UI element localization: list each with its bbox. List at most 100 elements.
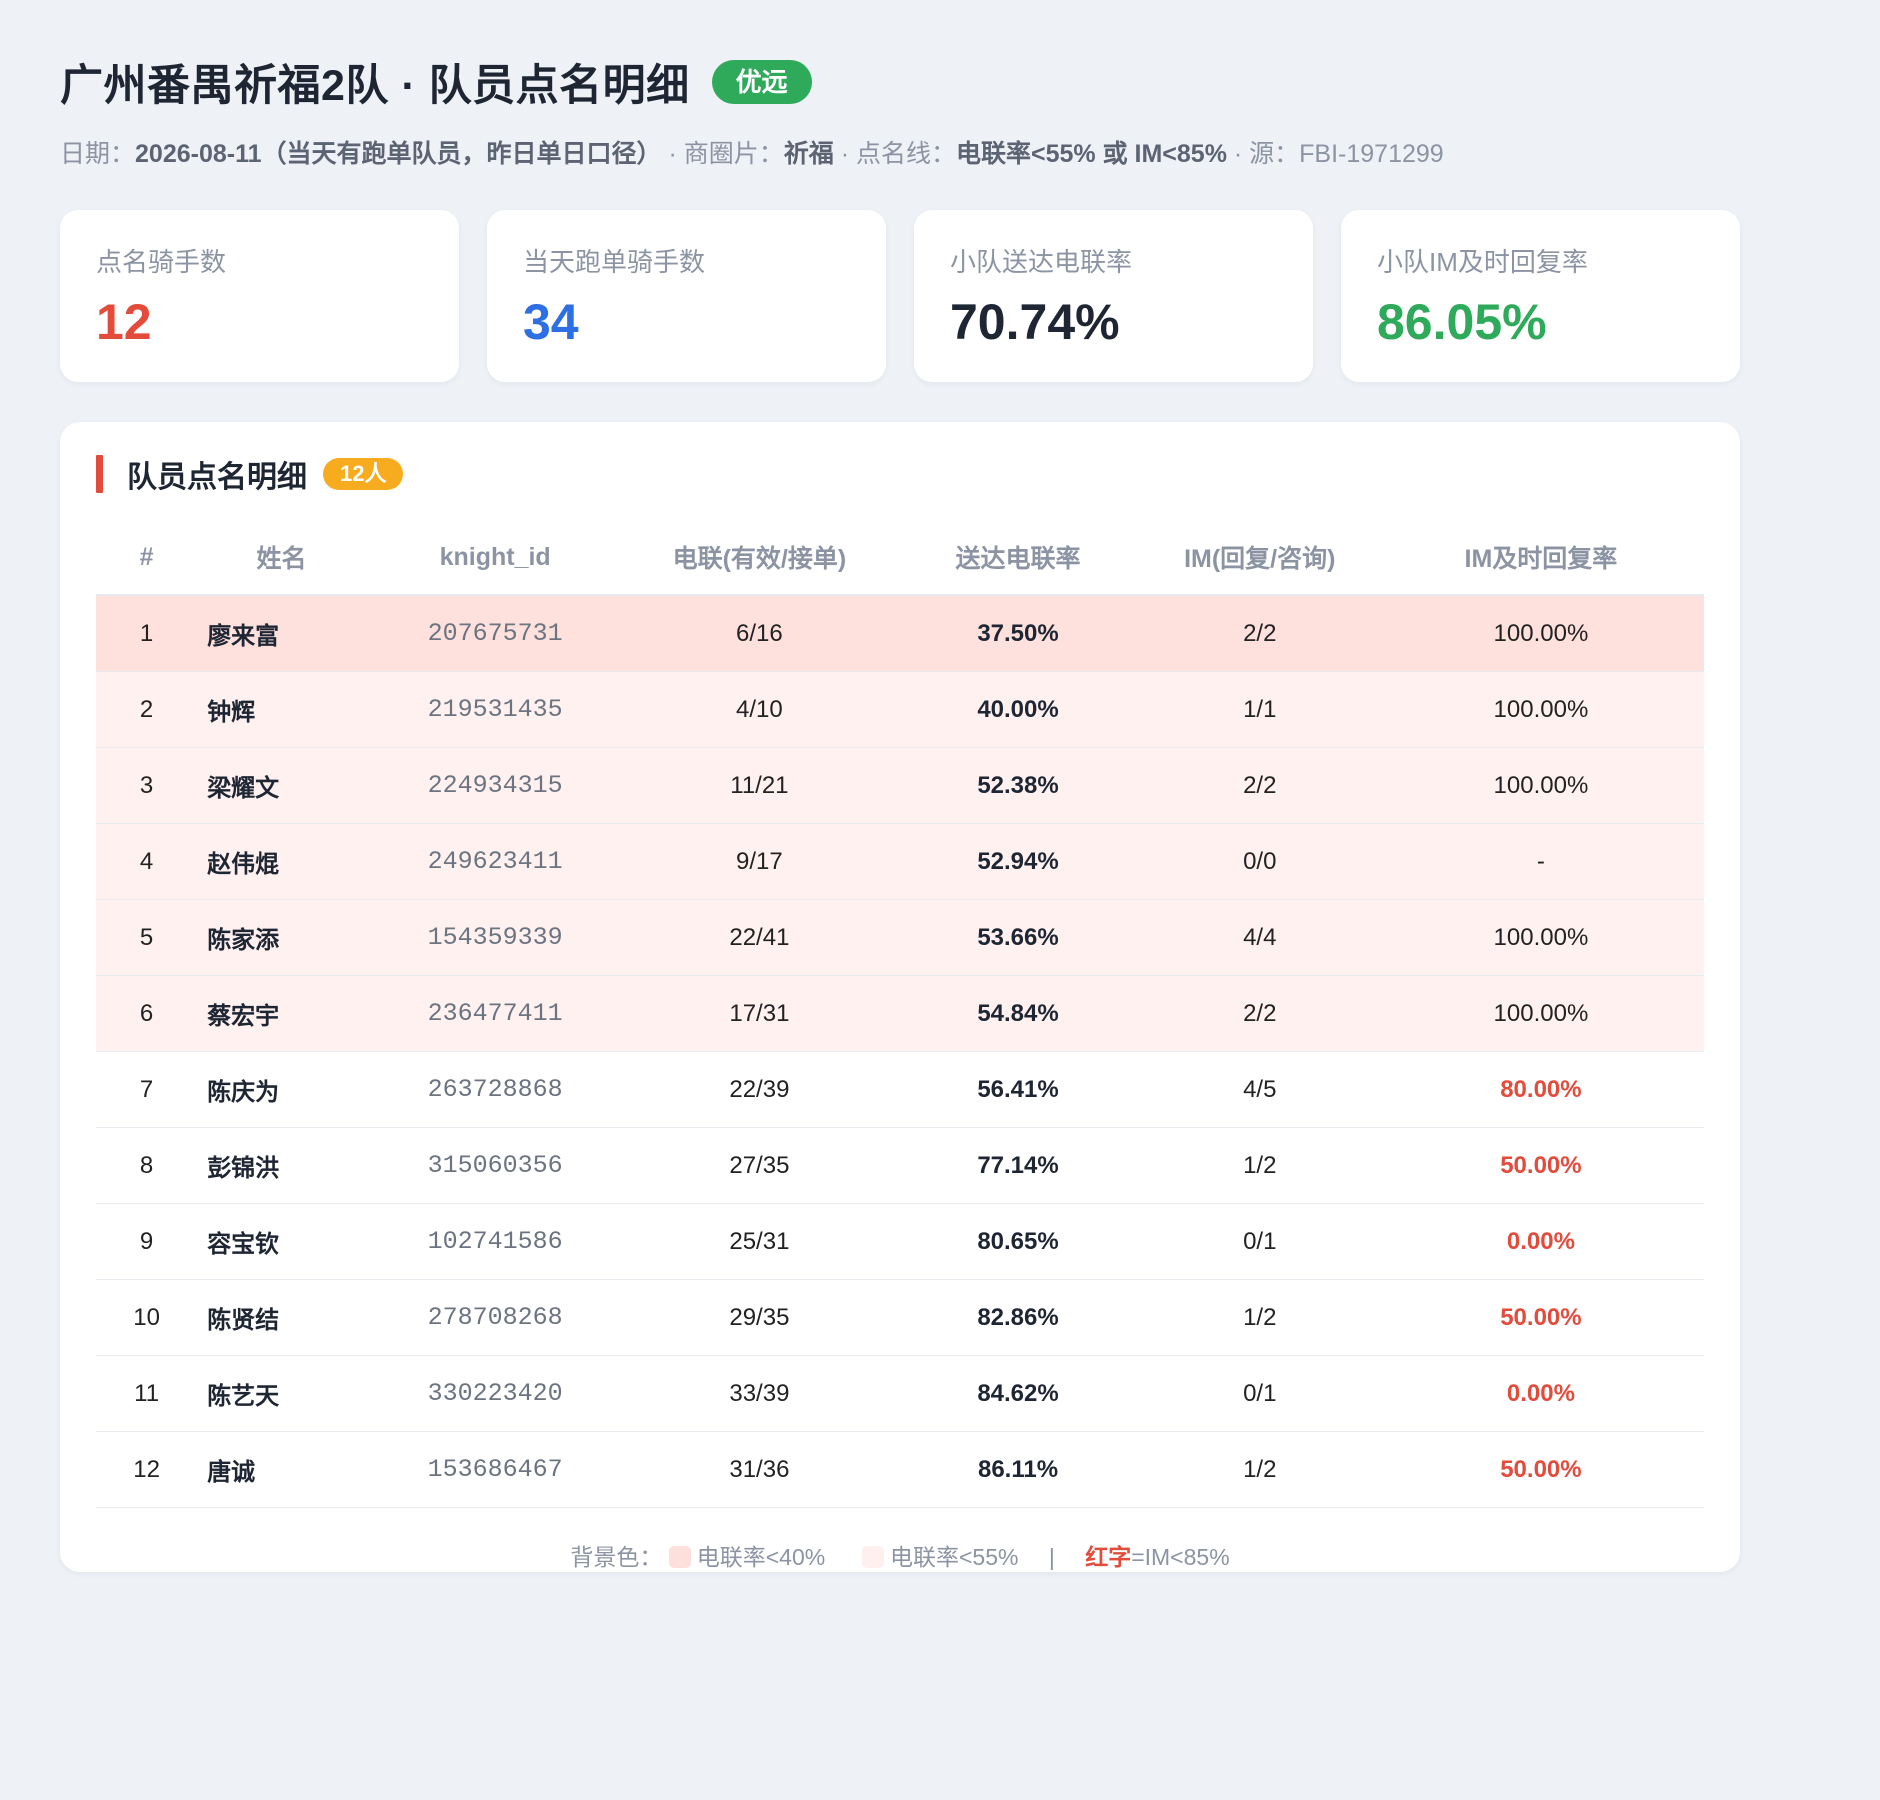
cell-call-rate: 82.86% bbox=[894, 1279, 1142, 1356]
legend-prefix: 背景色： bbox=[570, 1544, 663, 1570]
cell-knight-id: 207675731 bbox=[365, 595, 625, 672]
cell-call: 29/35 bbox=[624, 1279, 895, 1356]
cell-knight-id: 102741586 bbox=[365, 1203, 625, 1280]
col-im: IM(回复/咨询) bbox=[1141, 520, 1378, 596]
page-title: 广州番禺祈福2队 · 队员点名明细 bbox=[60, 62, 690, 110]
cell-knight-id: 249623411 bbox=[365, 823, 625, 900]
table-row: 10 陈贤结 278708268 29/35 82.86% 1/2 50.00% bbox=[96, 1279, 1704, 1356]
count-badge: 12人 bbox=[323, 458, 404, 490]
legend-swatch-strong bbox=[668, 1546, 691, 1568]
page: 广州番禺祈福2队 · 队员点名明细 优远 日期：2026-08-11（当天有跑单… bbox=[0, 0, 1880, 1572]
cell-name: 赵伟焜 bbox=[197, 823, 366, 900]
cell-call: 22/39 bbox=[624, 1051, 895, 1128]
cell-name: 廖来富 bbox=[197, 595, 366, 672]
cell-name: 钟辉 bbox=[197, 671, 366, 748]
cell-name: 唐诚 bbox=[197, 1431, 366, 1508]
card-active-riders: 当天跑单骑手数 34 bbox=[487, 210, 886, 382]
legend-swatch-soft bbox=[861, 1546, 884, 1568]
cell-call: 4/10 bbox=[624, 671, 895, 748]
table-row: 3 梁耀文 224934315 11/21 52.38% 2/2 100.00% bbox=[96, 747, 1704, 824]
card-label: 当天跑单骑手数 bbox=[523, 247, 706, 277]
cell-im-rate: 100.00% bbox=[1377, 595, 1704, 672]
cell-name: 陈家添 bbox=[197, 899, 366, 976]
table-row: 11 陈艺天 330223420 33/39 84.62% 0/1 0.00% bbox=[96, 1355, 1704, 1432]
cell-call-rate: 53.66% bbox=[894, 899, 1142, 976]
cell-index: 10 bbox=[96, 1279, 198, 1356]
date-label: 日期： bbox=[60, 140, 136, 168]
col-call: 电联(有效/接单) bbox=[624, 520, 895, 596]
rider-table: # 姓名 knight_id 电联(有效/接单) 送达电联率 IM(回复/咨询)… bbox=[96, 520, 1704, 1508]
cell-call: 22/41 bbox=[624, 899, 895, 976]
status-badge: 优远 bbox=[711, 60, 812, 104]
card-value: 34 bbox=[523, 294, 579, 350]
cell-index: 9 bbox=[96, 1203, 198, 1280]
cell-call-rate: 52.38% bbox=[894, 747, 1142, 824]
cell-im: 0/1 bbox=[1141, 1355, 1378, 1432]
cell-knight-id: 278708268 bbox=[365, 1279, 625, 1356]
cell-index: 2 bbox=[96, 671, 198, 748]
cell-call-rate: 80.65% bbox=[894, 1203, 1142, 1280]
cell-im: 1/2 bbox=[1141, 1431, 1378, 1508]
legend-soft-text: 电联率<55% bbox=[889, 1544, 1019, 1570]
cell-call: 11/21 bbox=[624, 747, 895, 824]
summary-cards: 点名骑手数 12 当天跑单骑手数 34 小队送达电联率 70.74% 小队IM及… bbox=[60, 210, 1740, 382]
card-rollcall-count: 点名骑手数 12 bbox=[60, 210, 459, 382]
cell-call: 17/31 bbox=[624, 975, 895, 1052]
cell-call-rate: 37.50% bbox=[894, 595, 1142, 672]
cell-call-rate: 54.84% bbox=[894, 975, 1142, 1052]
card-label: 小队IM及时回复率 bbox=[1377, 247, 1588, 277]
cell-name: 梁耀文 bbox=[197, 747, 366, 824]
cell-im-rate: 0.00% bbox=[1377, 1355, 1704, 1432]
cell-index: 5 bbox=[96, 899, 198, 976]
table-row: 4 赵伟焜 249623411 9/17 52.94% 0/0- bbox=[96, 823, 1704, 900]
cell-index: 6 bbox=[96, 975, 198, 1052]
area-label: · 商圈片： bbox=[661, 140, 784, 168]
cell-im-rate: 100.00% bbox=[1377, 671, 1704, 748]
cell-call-rate: 86.11% bbox=[894, 1431, 1142, 1508]
cell-name: 容宝钦 bbox=[197, 1203, 366, 1280]
cell-call: 27/35 bbox=[624, 1127, 895, 1204]
legend-red-word: 红字 bbox=[1085, 1544, 1132, 1570]
cell-im: 4/5 bbox=[1141, 1051, 1378, 1128]
legend-divider: | bbox=[1048, 1544, 1055, 1570]
cell-im-rate: 100.00% bbox=[1377, 975, 1704, 1052]
cell-index: 8 bbox=[96, 1127, 198, 1204]
cell-call-rate: 52.94% bbox=[894, 823, 1142, 900]
table-row: 2 钟辉 219531435 4/10 40.00% 1/1 100.00% bbox=[96, 671, 1704, 748]
cell-im-rate: 50.00% bbox=[1377, 1279, 1704, 1356]
cell-name: 陈艺天 bbox=[197, 1355, 366, 1432]
date-value: 2026-08-11（当天有跑单队员，昨日单日口径） bbox=[135, 140, 662, 168]
cell-knight-id: 219531435 bbox=[365, 671, 625, 748]
cell-index: 1 bbox=[96, 595, 198, 672]
table-row: 6 蔡宏宇 236477411 17/31 54.84% 2/2 100.00% bbox=[96, 975, 1704, 1052]
panel-header: 队员点名明细 12人 bbox=[96, 454, 1704, 494]
detail-panel: 队员点名明细 12人 # 姓名 knight_id 电联(有效/接单) 送达电联… bbox=[60, 422, 1740, 1572]
legend: 背景色： 电联率<40% 电联率<55% | 红字=IM<85% bbox=[96, 1538, 1704, 1572]
card-value: 70.74% bbox=[950, 294, 1120, 350]
header: 广州番禺祈福2队 · 队员点名明细 优远 bbox=[60, 54, 1820, 110]
subtitle: 日期：2026-08-11（当天有跑单队员，昨日单日口径） · 商圈片：祈福 ·… bbox=[60, 134, 1820, 170]
cell-knight-id: 154359339 bbox=[365, 899, 625, 976]
col-knight-id: knight_id bbox=[365, 520, 625, 596]
cell-name: 蔡宏宇 bbox=[197, 975, 366, 1052]
cell-knight-id: 224934315 bbox=[365, 747, 625, 824]
cell-im: 0/1 bbox=[1141, 1203, 1378, 1280]
col-im-rate: IM及时回复率 bbox=[1377, 520, 1704, 596]
cell-call: 33/39 bbox=[624, 1355, 895, 1432]
area-value: 祈福 bbox=[783, 140, 834, 168]
cell-im: 1/2 bbox=[1141, 1279, 1378, 1356]
cell-call: 9/17 bbox=[624, 823, 895, 900]
card-value: 86.05% bbox=[1377, 294, 1547, 350]
line-label: · 点名线： bbox=[833, 140, 956, 168]
cell-name: 陈庆为 bbox=[197, 1051, 366, 1128]
cell-im-rate: 100.00% bbox=[1377, 899, 1704, 976]
card-call-rate: 小队送达电联率 70.74% bbox=[914, 210, 1313, 382]
cell-knight-id: 315060356 bbox=[365, 1127, 625, 1204]
cell-im: 1/2 bbox=[1141, 1127, 1378, 1204]
cell-im: 1/1 bbox=[1141, 671, 1378, 748]
card-label: 小队送达电联率 bbox=[950, 247, 1133, 277]
accent-bar bbox=[96, 455, 103, 493]
card-label: 点名骑手数 bbox=[96, 247, 227, 277]
cell-call-rate: 77.14% bbox=[894, 1127, 1142, 1204]
cell-im: 0/0 bbox=[1141, 823, 1378, 900]
